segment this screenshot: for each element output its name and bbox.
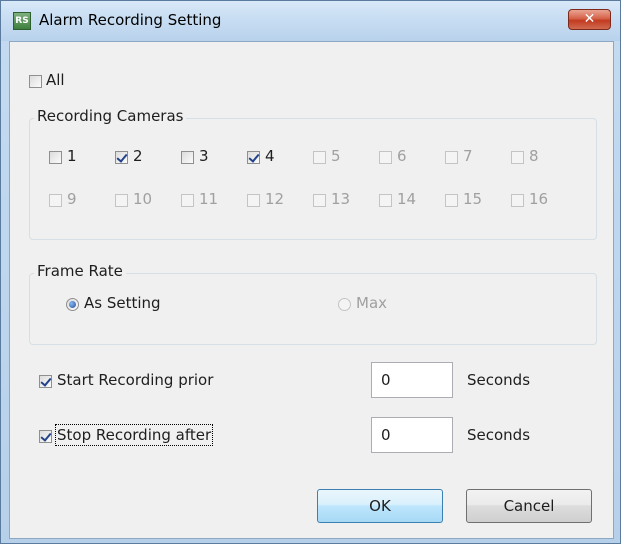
camera-13-label: 13: [331, 190, 351, 208]
start-recording-prior-label: Start Recording prior: [57, 371, 214, 389]
ok-button[interactable]: OK: [317, 489, 443, 523]
camera-3-checkbox[interactable]: [181, 151, 194, 164]
rs-app-icon: RS: [13, 12, 31, 30]
stop-after-seconds-input[interactable]: 0: [371, 417, 453, 453]
camera-15-checkbox: [445, 194, 458, 207]
camera-3-label: 3: [199, 147, 209, 165]
camera-5-checkbox: [313, 151, 326, 164]
stop-after-unit: Seconds: [467, 426, 531, 444]
camera-2-label: 2: [133, 147, 143, 165]
as-setting-radio[interactable]: [66, 298, 79, 311]
camera-16-checkbox: [511, 194, 524, 207]
alarm-recording-dialog: RS Alarm Recording Setting ✕ All Recordi…: [0, 0, 621, 544]
title-bar[interactable]: RS Alarm Recording Setting ✕: [1, 1, 620, 41]
all-checkbox[interactable]: [29, 75, 42, 88]
camera-8-checkbox: [511, 151, 524, 164]
camera-1-checkbox[interactable]: [49, 151, 62, 164]
recording-cameras-group: [29, 118, 597, 240]
cancel-button[interactable]: Cancel: [466, 489, 592, 523]
max-radio[interactable]: [338, 298, 351, 311]
start-prior-seconds-input[interactable]: 0: [371, 362, 453, 398]
camera-1-label: 1: [67, 147, 77, 165]
camera-7-checkbox: [445, 151, 458, 164]
camera-10-label: 10: [133, 190, 153, 208]
close-button[interactable]: ✕: [568, 9, 611, 30]
camera-7-label: 7: [463, 147, 473, 165]
camera-9-checkbox: [49, 194, 62, 207]
max-label: Max: [356, 294, 388, 312]
window-title: Alarm Recording Setting: [39, 11, 222, 29]
stop-recording-after-label: Stop Recording after: [54, 424, 214, 446]
camera-4-checkbox[interactable]: [247, 151, 260, 164]
camera-12-label: 12: [265, 190, 285, 208]
camera-13-checkbox: [313, 194, 326, 207]
camera-6-label: 6: [397, 147, 407, 165]
camera-16-label: 16: [529, 190, 549, 208]
camera-5-label: 5: [331, 147, 341, 165]
camera-14-checkbox: [379, 194, 392, 207]
recording-cameras-legend: Recording Cameras: [34, 107, 187, 125]
camera-2-checkbox[interactable]: [115, 151, 128, 164]
start-prior-unit: Seconds: [467, 371, 531, 389]
dialog-body: All Recording Cameras Frame Rate As Sett…: [9, 41, 614, 539]
camera-14-label: 14: [397, 190, 417, 208]
close-icon: ✕: [583, 11, 596, 27]
stop-recording-after-checkbox[interactable]: [39, 430, 52, 443]
camera-15-label: 15: [463, 190, 483, 208]
camera-4-label: 4: [265, 147, 275, 165]
all-label: All: [46, 71, 65, 89]
camera-8-label: 8: [529, 147, 539, 165]
camera-6-checkbox: [379, 151, 392, 164]
camera-12-checkbox: [247, 194, 260, 207]
start-recording-prior-checkbox[interactable]: [39, 375, 52, 388]
camera-11-label: 11: [199, 190, 219, 208]
camera-9-label: 9: [67, 190, 77, 208]
camera-11-checkbox: [181, 194, 194, 207]
as-setting-label: As Setting: [84, 294, 161, 312]
camera-10-checkbox: [115, 194, 128, 207]
frame-rate-legend: Frame Rate: [34, 262, 126, 280]
